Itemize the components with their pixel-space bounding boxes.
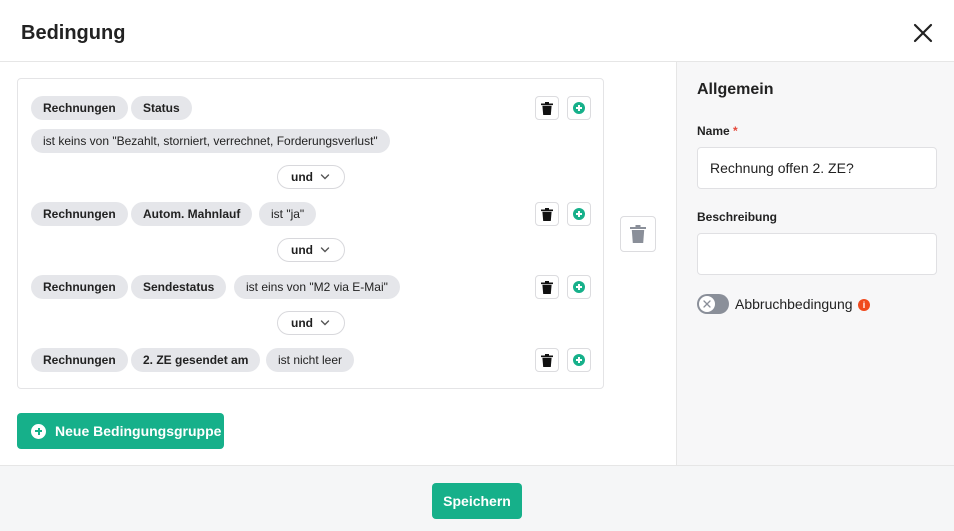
connector-select[interactable]: und: [277, 311, 345, 335]
delete-condition-button[interactable]: [535, 96, 559, 120]
condition-field-chip[interactable]: 2. ZE gesendet am: [131, 348, 261, 372]
name-label-text: Name: [697, 124, 730, 138]
condition-operator-chip[interactable]: ist nicht leer: [266, 348, 355, 372]
delete-condition-button[interactable]: [535, 275, 559, 299]
abort-condition-toggle[interactable]: [697, 294, 729, 314]
info-icon[interactable]: i: [858, 299, 870, 311]
plus-circle-icon: [573, 208, 585, 220]
delete-condition-button[interactable]: [535, 202, 559, 226]
trash-icon: [541, 280, 553, 294]
x-icon: [703, 300, 711, 308]
trash-icon: [541, 101, 553, 115]
toggle-knob: [699, 296, 715, 312]
delete-group-button[interactable]: [620, 216, 656, 252]
plus-circle-icon: [573, 281, 585, 293]
name-input[interactable]: [697, 147, 937, 189]
plus-circle-icon: [31, 423, 46, 439]
condition-field-chip[interactable]: Autom. Mahnlauf: [131, 202, 253, 226]
save-button[interactable]: Speichern: [432, 483, 522, 519]
new-condition-group-button[interactable]: Neue Bedingungsgruppe: [17, 413, 224, 449]
condition-operator-chip[interactable]: ist keins von "Bezahlt, storniert, verre…: [31, 129, 390, 153]
dialog-footer: Speichern: [0, 465, 954, 531]
description-input[interactable]: [697, 233, 937, 275]
conditions-pane: Rechnungen Status ist keins von "Bezahlt…: [0, 62, 676, 465]
description-label: Beschreibung: [697, 210, 778, 224]
required-mark: *: [733, 124, 738, 138]
chevron-down-icon: [320, 320, 330, 326]
condition-object-chip[interactable]: Rechnungen: [31, 275, 128, 299]
dialog-header: Bedingung: [0, 0, 954, 62]
add-condition-button[interactable]: [567, 348, 591, 372]
connector-select[interactable]: und: [277, 165, 345, 189]
general-title: Allgemein: [697, 81, 774, 98]
plus-circle-icon: [573, 102, 585, 114]
name-label: Name *: [697, 124, 738, 138]
trash-icon: [630, 225, 646, 243]
condition-object-chip[interactable]: Rechnungen: [31, 96, 128, 120]
new-condition-group-label: Neue Bedingungsgruppe: [55, 423, 222, 439]
condition-field-chip[interactable]: Status: [131, 96, 192, 120]
chevron-down-icon: [320, 247, 330, 253]
add-condition-button[interactable]: [567, 96, 591, 120]
general-panel: Allgemein Name * Beschreibung Abbruchbed…: [676, 62, 954, 465]
add-condition-button[interactable]: [567, 202, 591, 226]
delete-condition-button[interactable]: [535, 348, 559, 372]
close-icon[interactable]: [910, 20, 936, 46]
add-condition-button[interactable]: [567, 275, 591, 299]
dialog-title: Bedingung: [21, 22, 126, 44]
condition-group: Rechnungen Status ist keins von "Bezahlt…: [17, 78, 604, 389]
connector-label: und: [291, 316, 313, 330]
connector-label: und: [291, 243, 313, 257]
trash-icon: [541, 207, 553, 221]
condition-operator-chip[interactable]: ist "ja": [259, 202, 317, 226]
trash-icon: [541, 353, 553, 367]
condition-object-chip[interactable]: Rechnungen: [31, 202, 128, 226]
condition-field-chip[interactable]: Sendestatus: [131, 275, 227, 299]
abort-condition-label: Abbruchbedingung: [735, 296, 853, 312]
plus-circle-icon: [573, 354, 585, 366]
condition-operator-chip[interactable]: ist eins von "M2 via E-Mai": [234, 275, 400, 299]
condition-object-chip[interactable]: Rechnungen: [31, 348, 128, 372]
connector-label: und: [291, 170, 313, 184]
connector-select[interactable]: und: [277, 238, 345, 262]
chevron-down-icon: [320, 174, 330, 180]
